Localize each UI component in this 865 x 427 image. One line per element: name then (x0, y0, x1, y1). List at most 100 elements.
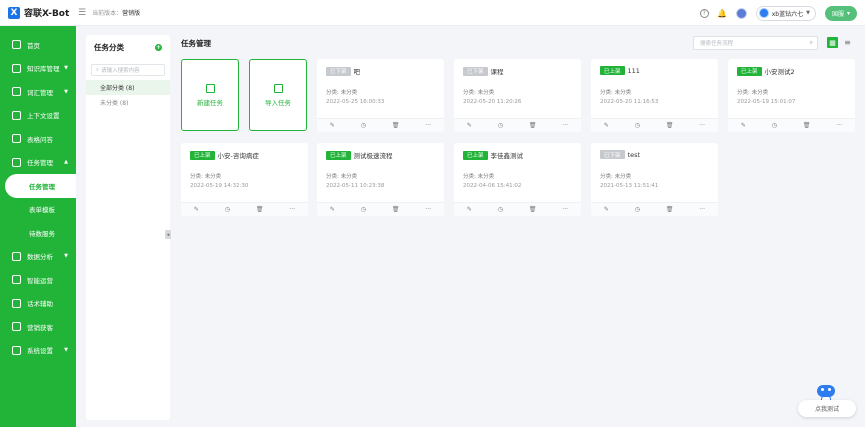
history-icon[interactable]: ◷ (498, 206, 503, 213)
grid-view-icon[interactable]: ▦ (827, 37, 838, 48)
chevron-up-icon: ▲ (64, 159, 68, 166)
more-icon[interactable]: ··· (562, 122, 568, 129)
more-icon[interactable]: ··· (289, 206, 295, 213)
category-search-input[interactable]: ⌕ 请输入搜索内容 (91, 64, 165, 76)
status-badge: 已上架 (190, 150, 215, 160)
bell-icon[interactable]: 🔔 (717, 9, 727, 18)
task-search-input[interactable]: 搜索任务流程 ⌕ (693, 36, 818, 50)
delete-icon[interactable]: 🗑 (256, 206, 264, 213)
sidebar-subitem-task-management[interactable]: 任务管理 (5, 174, 76, 198)
task-card[interactable]: 已上架 测试极速流程 分类: 未分类 2022-05-11 10:23:38 ✎ ◷ 🗑 ··… (317, 143, 444, 216)
robot-eye (828, 388, 831, 391)
sidebar-item-script-assist[interactable]: 话术辅助 (0, 292, 76, 316)
history-icon[interactable]: ◷ (225, 206, 230, 213)
history-icon[interactable]: ◷ (635, 206, 640, 213)
collapse-panel-icon[interactable]: ◂ (165, 230, 171, 239)
sidebar-item-task[interactable]: 任务管理 ▲ (0, 151, 76, 175)
more-icon[interactable]: ··· (562, 206, 568, 213)
task-card[interactable]: 已下架 test 分类: 未分类 2021-05-13 11:51:41 ✎ ◷ 🗑 ··· (591, 143, 718, 216)
more-icon[interactable]: ··· (836, 122, 842, 129)
list-view-icon[interactable]: ≡ (842, 37, 853, 48)
history-icon[interactable]: ◷ (635, 122, 640, 129)
history-icon[interactable]: ◷ (498, 122, 503, 129)
delete-icon[interactable]: 🗑 (529, 122, 537, 129)
task-card-header: 已上架 测试极速流程 (326, 150, 393, 160)
task-card-toolbar: ✎ ◷ 🗑 ··· (454, 202, 581, 216)
task-card[interactable]: 已上架 李佳鑫测试 分类: 未分类 2022-04-06 15:41:02 ✎ ◷ 🗑 ··· (454, 143, 581, 216)
task-card-header: 已上架 李佳鑫测试 (463, 150, 523, 160)
delete-icon[interactable]: 🗑 (666, 122, 674, 129)
delete-icon[interactable]: 🗑 (392, 122, 400, 129)
add-category-icon[interactable]: + (155, 43, 162, 51)
status-badge: 已上架 (326, 150, 351, 160)
edit-icon[interactable]: ✎ (330, 122, 335, 129)
import-task-button[interactable]: 导入任务 (249, 59, 307, 131)
new-task-label: 新建任务 (197, 98, 223, 107)
task-card-header: 已上架 小安测试2 (737, 66, 795, 76)
status-badge: 已下架 (463, 66, 488, 76)
task-card[interactable]: 已下架 课程 分类: 未分类 2022-05-20 11:20:26 ✎ ◷ 🗑 ··· (454, 59, 581, 132)
category-item-uncategorized[interactable]: 未分类 (8) (86, 95, 170, 110)
task-date: 2022-05-19 15:01:07 (737, 99, 796, 105)
more-icon[interactable]: ··· (699, 122, 705, 129)
category-panel: 任务分类 + ⌕ 请输入搜索内容 全部分类 (8) 未分类 (8) (86, 35, 170, 420)
help-icon[interactable]: ? (699, 8, 709, 18)
task-card[interactable]: 已上架 小安-咨询病症 分类: 未分类 2022-05-19 14:32:30 ✎ ◷ 🗑 ·… (181, 143, 308, 216)
sidebar-item-label: 上下文设置 (27, 112, 60, 121)
user-menu-button[interactable]: 国服 ▾ (824, 5, 857, 21)
status-badge: 已上架 (463, 150, 488, 160)
history-icon[interactable]: ◷ (772, 122, 777, 129)
sidebar-item-knowledge[interactable]: 知识库管理 ▼ (0, 57, 76, 81)
edit-icon[interactable]: ✎ (604, 206, 609, 213)
menu-toggle-icon[interactable]: ☰ (78, 8, 86, 18)
sidebar: 首页 知识库管理 ▼ 词汇管理 ▼ 上下文设置 表格问答 任务管理 ▲ 任务管理 表单… (0, 26, 76, 427)
sidebar-item-settings[interactable]: 系统设置 ▼ (0, 339, 76, 363)
edit-icon[interactable]: ✎ (467, 206, 472, 213)
task-card-toolbar: ✎ ◷ 🗑 ··· (181, 202, 308, 216)
more-icon[interactable]: ··· (425, 206, 431, 213)
task-search-placeholder: 搜索任务流程 (700, 41, 734, 47)
delete-icon[interactable]: 🗑 (666, 206, 674, 213)
sidebar-item-table-qa[interactable]: 表格问答 (0, 127, 76, 151)
edit-icon[interactable]: ✎ (194, 206, 199, 213)
delete-icon[interactable]: 🗑 (392, 206, 400, 213)
category-item-all[interactable]: 全部分类 (8) (86, 80, 170, 95)
sidebar-item-home[interactable]: 首页 (0, 33, 76, 57)
brand[interactable]: X 容联X-Bot (0, 0, 76, 26)
edit-icon[interactable]: ✎ (467, 122, 472, 129)
new-task-button[interactable]: 新建任务 (181, 59, 239, 131)
delete-icon[interactable]: 🗑 (803, 122, 811, 129)
task-name: test (627, 150, 640, 159)
bot-select[interactable]: xb蓝钻六七 ▼ (755, 5, 816, 21)
edit-icon[interactable]: ✎ (330, 206, 335, 213)
history-icon[interactable]: ◷ (361, 206, 366, 213)
user-menu-label: 国服 (831, 10, 844, 18)
history-icon[interactable]: ◷ (361, 122, 366, 129)
task-date: 2022-04-06 15:41:02 (463, 183, 522, 189)
sidebar-item-vocab[interactable]: 词汇管理 ▼ (0, 80, 76, 104)
task-name: 测试极速流程 (353, 152, 393, 160)
status-badge: 已下架 (326, 66, 351, 76)
edit-icon[interactable]: ✎ (741, 122, 746, 129)
sidebar-subitem-service[interactable]: 待数服务 (0, 221, 76, 245)
test-button[interactable]: 点我测试 (798, 400, 856, 417)
table-icon (12, 134, 21, 144)
sidebar-item-context[interactable]: 上下文设置 (0, 104, 76, 128)
task-card[interactable]: 已上架 111 分类: 未分类 2022-05-20 11:16:53 ✎ ◷ 🗑 ··· (591, 59, 718, 132)
delete-icon[interactable]: 🗑 (529, 206, 537, 213)
task-card[interactable]: 已下架吧分类: 未分类 2022-05-25 16:00:33 ✎ ◷ 🗑 ··· (317, 59, 444, 132)
task-category: 分类: 未分类 (737, 90, 769, 96)
sidebar-item-label: 数据分析 (27, 253, 53, 262)
sidebar-subitem-form-template[interactable]: 表单模板 (0, 198, 76, 222)
more-icon[interactable]: ··· (425, 122, 431, 129)
task-card[interactable]: 已上架 小安测试2 分类: 未分类 2022-05-19 15:01:07 ✎ ◷ 🗑 ··· (728, 59, 855, 132)
task-icon (12, 157, 21, 167)
avatar[interactable] (735, 7, 747, 19)
edit-icon[interactable]: ✎ (604, 122, 609, 129)
sidebar-item-operations[interactable]: 智能运营 (0, 268, 76, 292)
sidebar-item-analytics[interactable]: 数据分析 ▼ (0, 245, 76, 269)
task-category: 分类: 未分类 (326, 174, 358, 180)
more-icon[interactable]: ··· (699, 206, 705, 213)
sidebar-item-marketing[interactable]: 营销获客 (0, 315, 76, 339)
sidebar-item-label: 知识库管理 (27, 65, 60, 74)
